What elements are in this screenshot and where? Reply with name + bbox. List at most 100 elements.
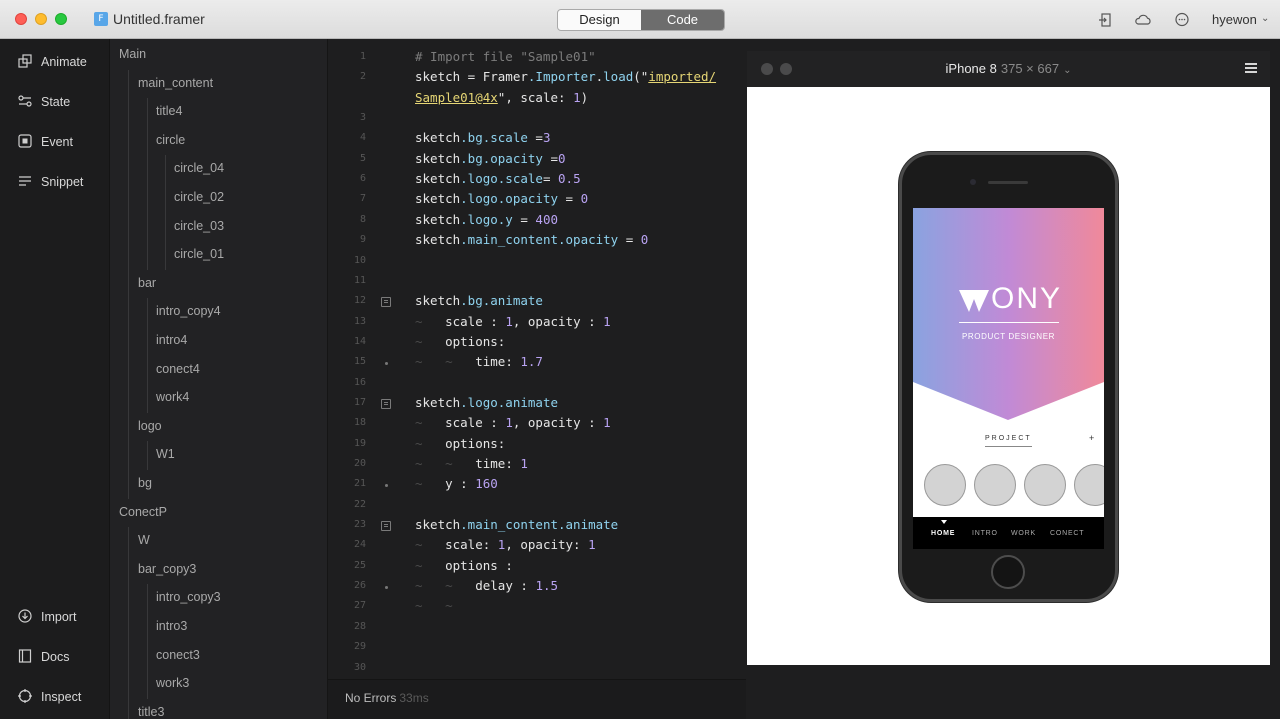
state-button[interactable]: State <box>17 91 70 113</box>
layer-item[interactable]: work3 <box>156 676 189 690</box>
fold-end-marker-icon <box>385 484 388 488</box>
code-line[interactable]: ~ scale : 1, opacity : 1 <box>415 314 611 329</box>
code-token: imported/ <box>648 69 717 85</box>
hamburger-icon[interactable] <box>1245 63 1257 73</box>
layer-item[interactable]: ConectP <box>119 505 167 519</box>
layer-item[interactable]: work4 <box>156 390 189 404</box>
code-token: time: <box>475 456 521 471</box>
close-window-button[interactable] <box>15 13 27 25</box>
project-circle[interactable] <box>1024 464 1066 506</box>
device-selector[interactable]: iPhone 8 375 × 667 ⌄ <box>747 61 1270 76</box>
code-token: = <box>512 211 536 227</box>
layer-item[interactable]: title4 <box>156 104 182 118</box>
project-circle[interactable] <box>1074 464 1104 506</box>
layer-item[interactable]: circle_04 <box>174 161 224 175</box>
code-line[interactable]: ~ ~ time: 1.7 <box>415 354 543 369</box>
fold-toggle-icon[interactable] <box>381 398 391 409</box>
code-line[interactable]: sketch.bg.scale =3 <box>415 130 550 145</box>
code-token: 1 <box>603 415 611 431</box>
design-tab[interactable]: Design <box>558 10 641 30</box>
code-line[interactable]: sketch.logo.animate <box>415 395 558 410</box>
code-tab[interactable]: Code <box>641 10 724 30</box>
code-token: options: <box>445 333 506 349</box>
code-line[interactable]: # Import file "Sample01" <box>415 49 596 64</box>
export-icon[interactable] <box>1097 12 1113 28</box>
code-line[interactable]: sketch.logo.y = 400 <box>415 212 558 227</box>
layer-item[interactable]: Main <box>119 47 146 61</box>
layer-item[interactable]: circle <box>156 133 185 147</box>
fold-end-marker-icon <box>385 586 388 590</box>
tab-intro[interactable]: INTRO <box>972 530 998 537</box>
code-token: sketch <box>415 211 461 227</box>
code-token: 0 <box>640 232 649 248</box>
code-line[interactable]: sketch.main_content.opacity = 0 <box>415 232 648 247</box>
animate-button[interactable]: Animate <box>17 51 87 73</box>
layer-item[interactable]: intro3 <box>156 619 187 633</box>
layer-item[interactable]: conect4 <box>156 362 200 376</box>
code-line[interactable]: sketch.bg.opacity =0 <box>415 151 566 166</box>
code-line[interactable]: ~ y : 160 <box>415 476 498 491</box>
layer-item[interactable]: W1 <box>156 447 175 461</box>
code-token: ~ <box>415 415 446 431</box>
import-button[interactable]: Import <box>17 606 76 628</box>
docs-button[interactable]: Docs <box>17 646 69 668</box>
maximize-window-button[interactable] <box>55 13 67 25</box>
code-line[interactable]: sketch.main_content.animate <box>415 517 618 532</box>
code-line[interactable]: Sample01@4x", scale: 1) <box>415 90 588 105</box>
chat-icon[interactable] <box>1174 12 1190 28</box>
layer-item[interactable]: logo <box>138 419 162 433</box>
code-token: time: <box>475 354 521 370</box>
layer-item[interactable]: intro_copy3 <box>156 590 221 604</box>
code-token: 160 <box>475 476 498 492</box>
layer-item[interactable]: bar <box>138 276 156 290</box>
project-circle[interactable] <box>924 464 966 506</box>
code-line[interactable]: ~ options : <box>415 558 513 573</box>
layer-item[interactable]: intro4 <box>156 333 187 347</box>
tab-work[interactable]: WORK <box>1011 530 1036 537</box>
tab-home[interactable]: HOME <box>931 530 955 537</box>
code-line[interactable]: ~ options: <box>415 436 505 451</box>
animate-icon <box>17 54 33 70</box>
code-line[interactable]: ~ scale: 1, opacity: 1 <box>415 537 596 552</box>
project-circle[interactable] <box>974 464 1016 506</box>
device-preview: iPhone 8 375 × 667 ⌄ ONY PRODUCT DESIGNE… <box>747 51 1270 665</box>
code-line[interactable]: sketch.logo.scale= 0.5 <box>415 171 581 186</box>
line-number: 21 <box>353 478 366 490</box>
event-button[interactable]: Event <box>17 131 73 153</box>
add-project-icon[interactable]: + <box>1089 433 1094 443</box>
snippet-button[interactable]: Snippet <box>17 171 83 193</box>
code-line[interactable]: ~ scale : 1, opacity : 1 <box>415 415 611 430</box>
layer-item[interactable]: bg <box>138 476 152 490</box>
layer-item[interactable]: circle_01 <box>174 247 224 261</box>
layer-item[interactable]: main_content <box>138 76 213 90</box>
cloud-icon[interactable] <box>1134 12 1151 28</box>
snippet-label: Snippet <box>41 175 84 189</box>
code-token: .logo.animate <box>460 394 558 410</box>
fold-toggle-icon[interactable] <box>381 297 391 308</box>
tree-guide-line <box>147 441 148 470</box>
code-line[interactable]: sketch = Framer.Importer.load("imported/ <box>415 69 716 84</box>
code-line[interactable]: sketch.bg.animate <box>415 293 543 308</box>
code-line[interactable]: ~ ~ time: 1 <box>415 456 528 471</box>
layer-item[interactable]: circle_03 <box>174 219 224 233</box>
layer-item[interactable]: title3 <box>138 705 164 719</box>
layer-item[interactable]: W <box>138 533 150 547</box>
layer-item[interactable]: bar_copy3 <box>138 562 196 576</box>
home-button[interactable] <box>991 555 1025 589</box>
chevron-down-icon[interactable]: ⌄ <box>1261 13 1269 24</box>
code-token: = <box>618 232 641 248</box>
code-token: = <box>527 130 543 146</box>
code-editor[interactable]: 1 # Import file "Sample01" 2 sketch = Frame… <box>328 39 746 679</box>
tab-conect[interactable]: CONECT <box>1050 530 1084 537</box>
code-line[interactable]: ~ options: <box>415 334 505 349</box>
code-line[interactable]: ~ ~ <box>415 598 453 613</box>
layer-item[interactable]: conect3 <box>156 648 200 662</box>
code-line[interactable]: sketch.logo.opacity = 0 <box>415 191 588 206</box>
layer-item[interactable]: intro_copy4 <box>156 304 221 318</box>
code-line[interactable]: ~ ~ delay : 1.5 <box>415 578 558 593</box>
fold-toggle-icon[interactable] <box>381 521 391 532</box>
inspect-button[interactable]: Inspect <box>17 686 81 708</box>
user-menu[interactable]: hyewon <box>1212 12 1257 27</box>
layer-item[interactable]: circle_02 <box>174 190 224 204</box>
minimize-window-button[interactable] <box>35 13 47 25</box>
